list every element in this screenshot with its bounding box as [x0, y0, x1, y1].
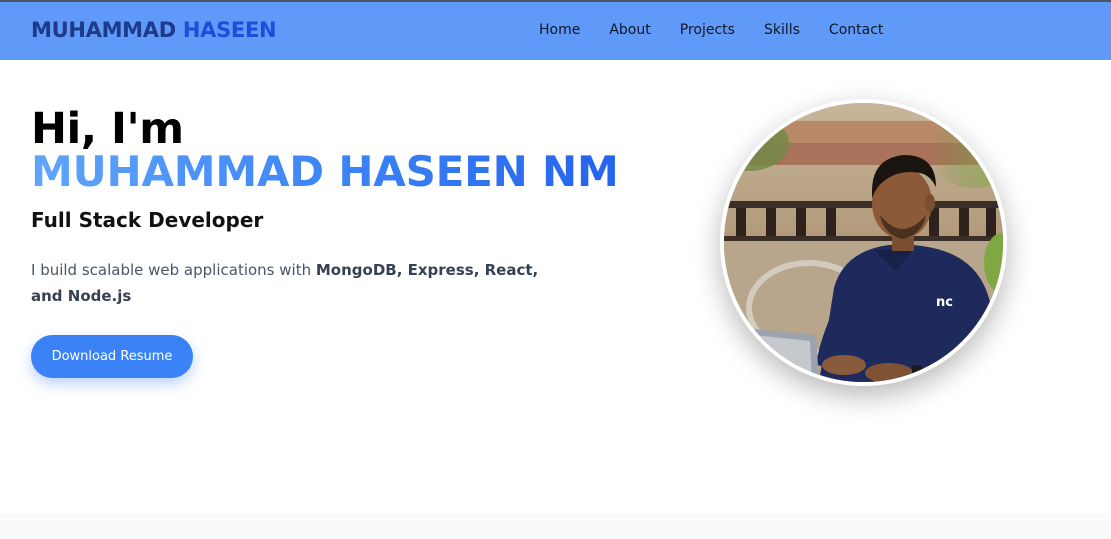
shirt-logo: nc — [936, 295, 953, 310]
brand-first-name: MUHAMMAD — [31, 18, 176, 42]
brand-last-name: HASEEN — [182, 18, 277, 42]
hero-name: MUHAMMAD HASEEN NM — [31, 147, 619, 196]
nav-link-projects[interactable]: Projects — [680, 22, 735, 38]
hero-role: Full Stack Developer — [31, 208, 264, 232]
download-resume-button[interactable]: Download Resume — [31, 335, 193, 378]
hero-description-prefix: I build scalable web applications with — [31, 261, 316, 279]
profile-photo: nc — [720, 99, 1007, 386]
navbar: MUHAMMAD HASEEN Home About Projects Skil… — [0, 2, 1111, 60]
brand-logo[interactable]: MUHAMMAD HASEEN — [31, 18, 277, 42]
next-section-strip — [0, 513, 1111, 539]
hero-description: I build scalable web applications with M… — [31, 257, 551, 309]
nav-link-home[interactable]: Home — [539, 22, 580, 38]
nav-links: Home About Projects Skills Contact — [539, 22, 912, 38]
nav-link-contact[interactable]: Contact — [829, 22, 883, 38]
nav-link-about[interactable]: About — [609, 22, 650, 38]
nav-link-skills[interactable]: Skills — [764, 22, 800, 38]
profile-photo-illustration: nc — [724, 103, 1003, 382]
